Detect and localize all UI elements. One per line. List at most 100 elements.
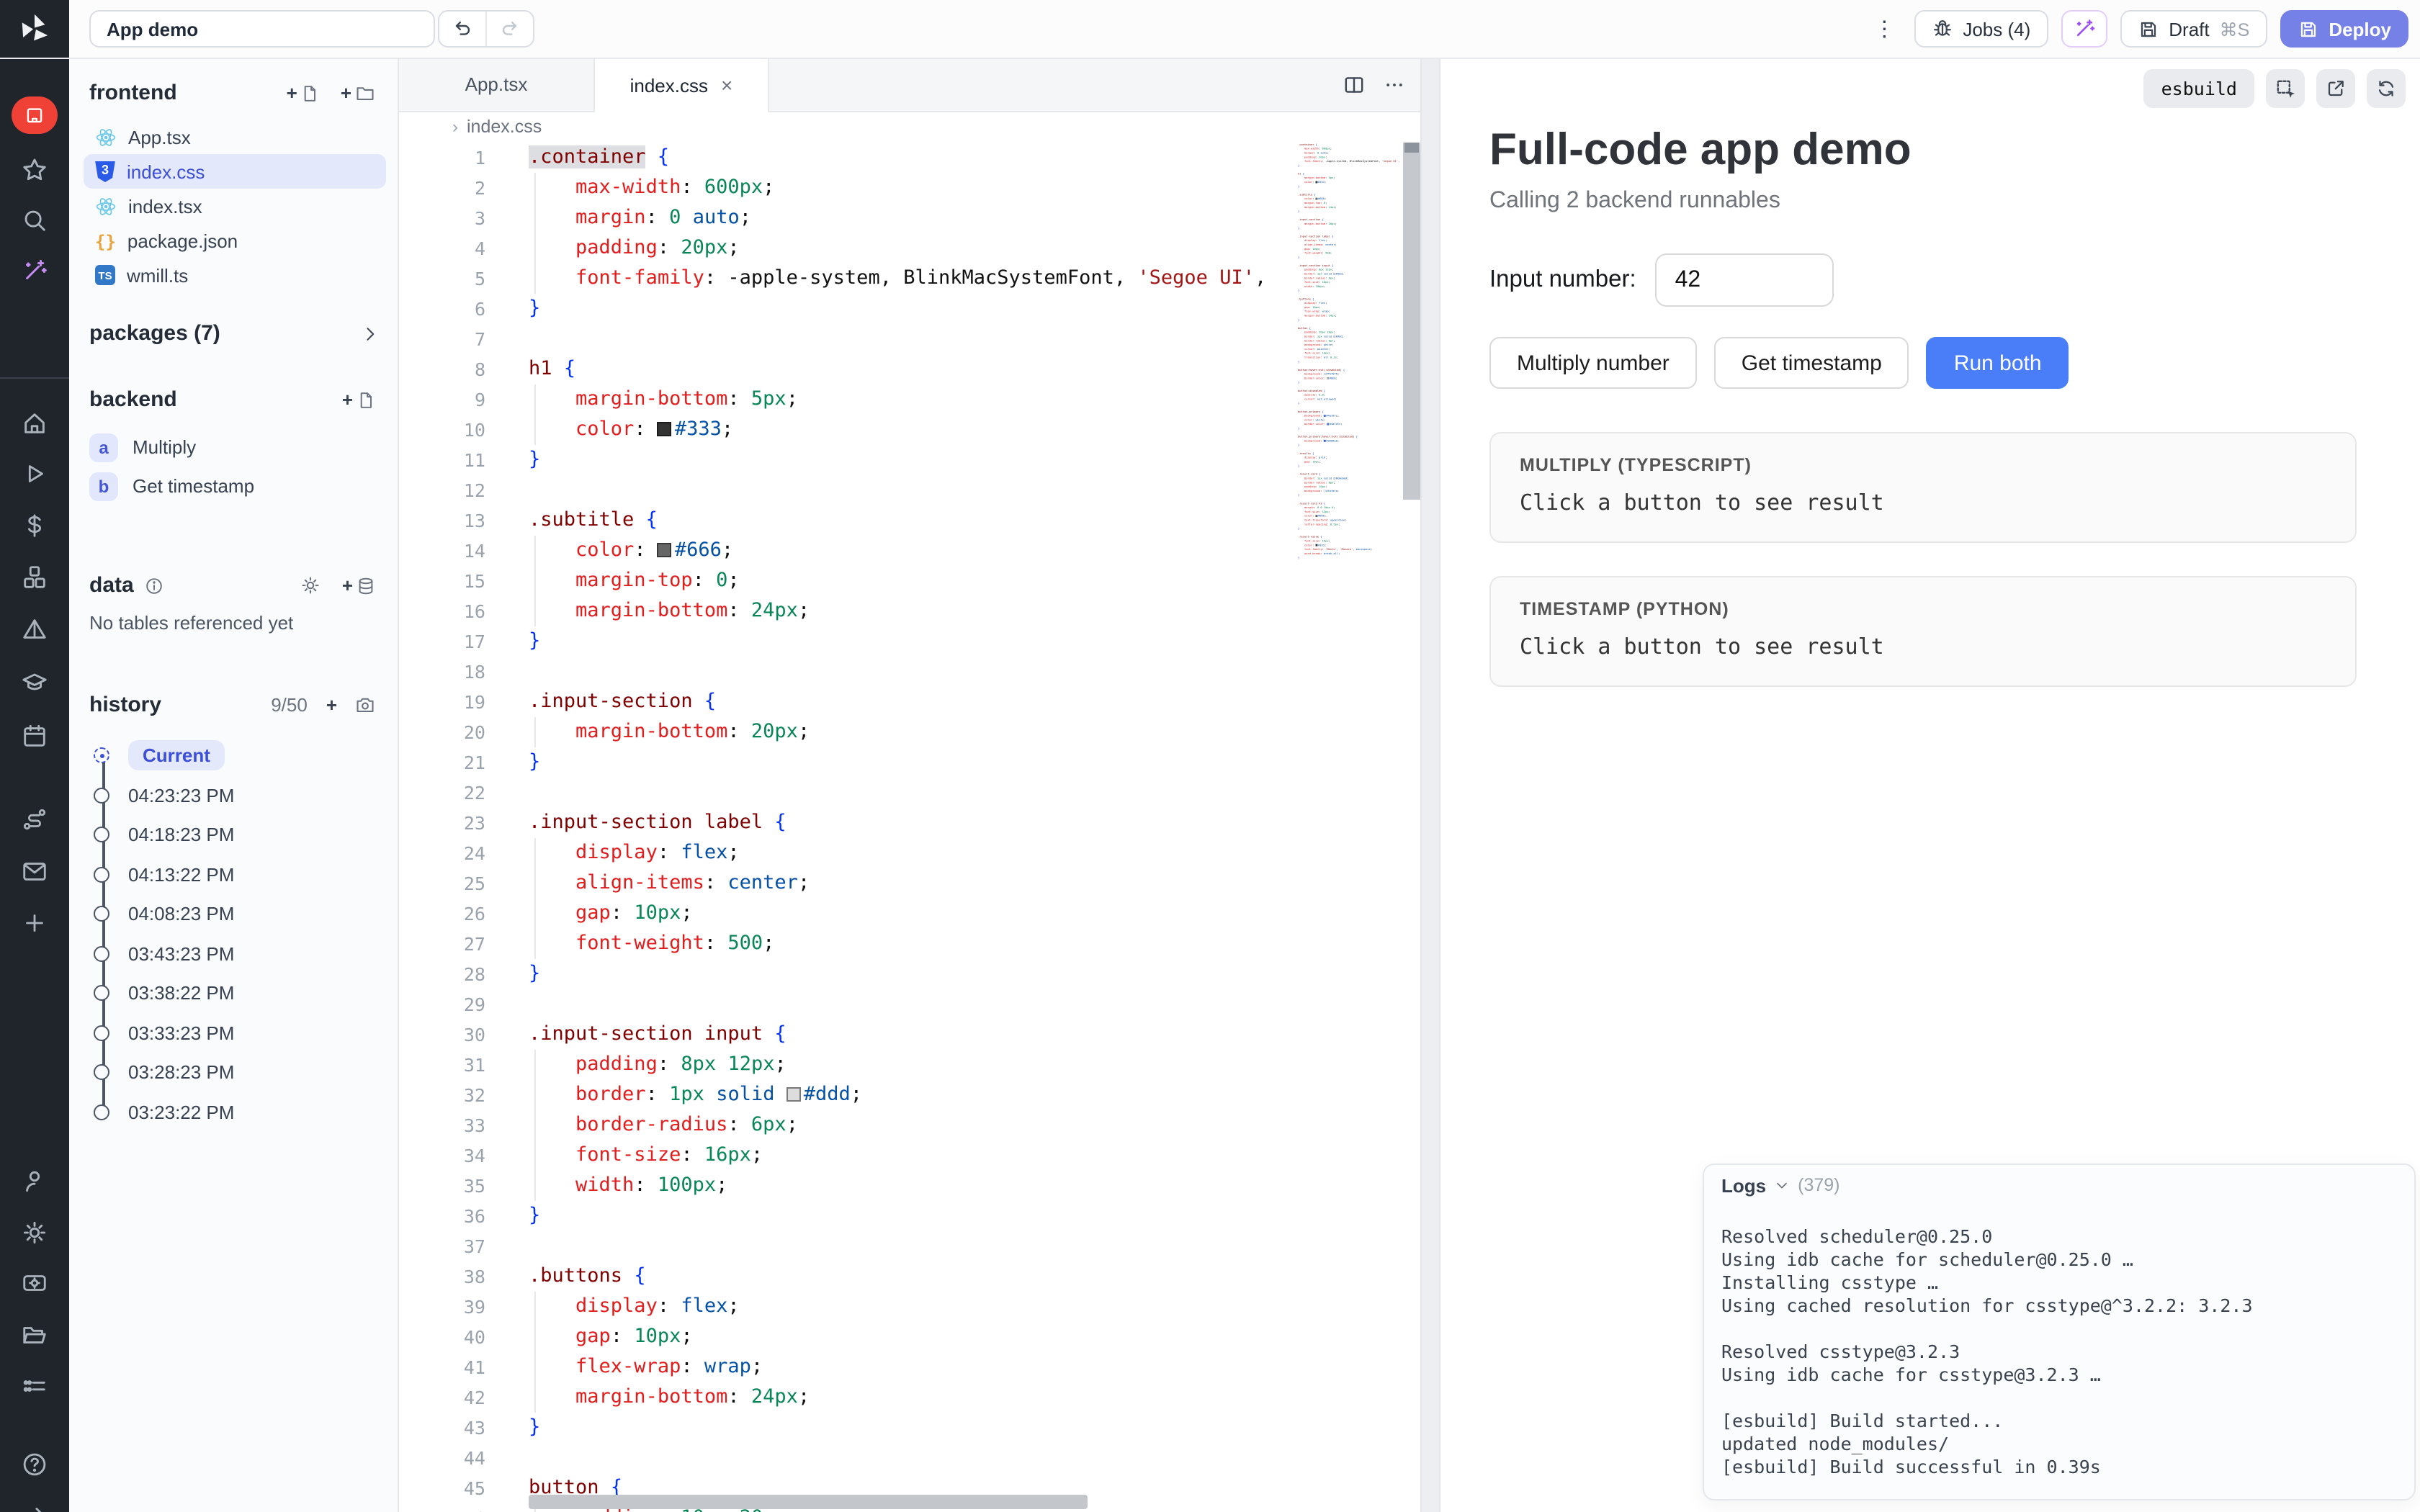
app-title-input[interactable] [89,10,435,48]
runnable-label: Multiply [133,436,196,458]
file-item-index-tsx[interactable]: index.tsx [84,189,386,223]
result-cards: MULTIPLY (TYPESCRIPT)Click a button to s… [1489,432,2357,687]
home-rail-item[interactable] [21,410,48,437]
packages-row[interactable]: packages (7) [89,321,380,346]
learn-rail-item[interactable] [21,669,48,696]
tab-index-css[interactable]: index.css × [595,58,769,112]
css-file-icon: 3 [95,161,115,182]
preview-subtitle: Calling 2 backend runnables [1489,189,2357,215]
schedules-rail-item[interactable] [21,722,48,750]
log-line: [esbuild] Build started... [1721,1410,2397,1433]
pane-resize-divider[interactable] [1420,58,1440,1512]
tab-app-tsx[interactable]: App.tsx [399,58,595,111]
history-current[interactable]: Current [89,736,380,775]
ai-wand-button[interactable] [2061,10,2107,48]
backend-new-file-button[interactable]: + [338,386,380,413]
history-entry[interactable]: 03:38:22 PM [89,973,380,1013]
file-item-wmill-ts[interactable]: TSwmill.ts [84,258,386,292]
more-menu-icon[interactable]: ⋮ [1868,18,1901,40]
undo-button[interactable] [439,12,485,46]
log-line: Resolved csstype@3.2.3 [1721,1341,2397,1364]
star-icon [21,156,48,184]
log-line [1721,1202,2397,1225]
save-draft-icon [2137,18,2159,40]
logs-rail-item[interactable] [21,1373,48,1400]
draft-button[interactable]: Draft ⌘S [2120,10,2267,48]
history-add-button[interactable]: + [322,691,341,719]
refresh-button[interactable] [2367,69,2406,108]
apps-rail-item[interactable] [12,96,58,134]
open-external-button[interactable] [2316,69,2355,108]
redo-button[interactable] [485,12,533,46]
deploy-button[interactable]: Deploy [2280,10,2408,48]
triggers-rail-item[interactable] [21,616,48,643]
redo-icon [498,17,521,40]
resources-rail-item[interactable] [21,564,48,591]
history-entry[interactable]: 03:33:23 PM [89,1013,380,1053]
run-both-button[interactable]: Run both [1927,337,2069,389]
logs-content[interactable]: Using cached resolution for scheduler@^0… [1704,1189,2414,1493]
play-icon [21,460,48,487]
calendar-icon [21,722,48,750]
editor-breadcrumb[interactable]: › index.css [399,111,1420,143]
code-area[interactable]: 1234567891011121314151617181920212223242… [399,143,1420,1512]
add-trigger-rail-item[interactable] [21,909,48,937]
draft-label: Draft [2169,18,2209,40]
add-table-button[interactable]: + [338,572,380,599]
log-line: updated node_modules/ [1721,1433,2397,1456]
search-rail-item[interactable] [21,207,48,234]
logs-header[interactable]: Logs (379) [1704,1165,2414,1202]
data-title: data [89,573,134,598]
file-item-index-css[interactable]: 3index.css [84,154,386,189]
result-card-value: Click a button to see result [1520,634,2326,660]
file-item-App-tsx[interactable]: App.tsx [84,120,386,154]
windmill-logo[interactable] [0,0,69,58]
jobs-button[interactable]: Jobs (4) [1914,10,2048,48]
data-settings-button[interactable] [296,572,326,599]
ai-rail-item[interactable] [21,257,48,284]
result-card: MULTIPLY (TYPESCRIPT)Click a button to s… [1489,432,2357,543]
new-folder-button[interactable]: + [336,79,380,107]
user-rail-item[interactable] [21,1167,48,1194]
close-tab-icon[interactable]: × [721,75,732,95]
split-editor-icon[interactable] [1343,73,1366,96]
history-entry[interactable]: 04:08:23 PM [89,894,380,934]
collapse-rail-item[interactable] [21,1501,48,1512]
log-line: Installing csstype … [1721,1272,2397,1295]
history-entry[interactable]: 03:43:23 PM [89,934,380,973]
folders-rail-item[interactable] [21,1321,48,1349]
variables-rail-item[interactable] [21,512,48,539]
runnable-get-timestamp[interactable]: bGet timestamp [89,467,380,505]
data-section-header: data + [89,572,380,599]
vertical-scrollbar-thumb[interactable] [1403,143,1420,500]
runnable-multiply[interactable]: aMultiply [89,428,380,467]
file-item-package-json[interactable]: {}package.json [84,223,386,258]
inspect-icon [2274,77,2297,100]
snapshot-button[interactable] [350,691,380,719]
home-icon [21,410,48,437]
log-line: Using idb cache for scheduler@0.25.0 … [1721,1248,2397,1272]
prism-icon [21,616,48,643]
history-entry[interactable]: 04:18:23 PM [89,815,380,855]
preview-title: Full-code app demo [1489,124,2357,176]
history-entry[interactable]: 03:28:23 PM [89,1053,380,1092]
inspect-button[interactable] [2266,69,2305,108]
mail-rail-item[interactable] [21,858,48,885]
data-empty-text: No tables referenced yet [89,612,380,634]
help-rail-item[interactable] [21,1451,48,1478]
favorites-rail-item[interactable] [21,156,48,184]
history-entry[interactable]: 04:13:22 PM [89,855,380,894]
settings-rail-item[interactable] [21,1219,48,1246]
editor-more-icon[interactable] [1383,73,1406,96]
new-file-button[interactable]: + [282,79,325,107]
multiply-number-button[interactable]: Multiply number [1489,337,1697,389]
runs-rail-item[interactable] [21,460,48,487]
get-timestamp-button[interactable]: Get timestamp [1714,337,1909,389]
horizontal-scrollbar-thumb[interactable] [529,1495,1088,1509]
minimap[interactable]: .container { max-width: 600px; margin: 0… [1298,143,1403,1512]
routes-rail-item[interactable] [21,806,48,833]
history-entry[interactable]: 04:23:23 PM [89,775,380,815]
number-input[interactable] [1655,253,1834,307]
workers-rail-item[interactable] [21,1269,48,1297]
history-entry[interactable]: 03:23:22 PM [89,1092,380,1132]
